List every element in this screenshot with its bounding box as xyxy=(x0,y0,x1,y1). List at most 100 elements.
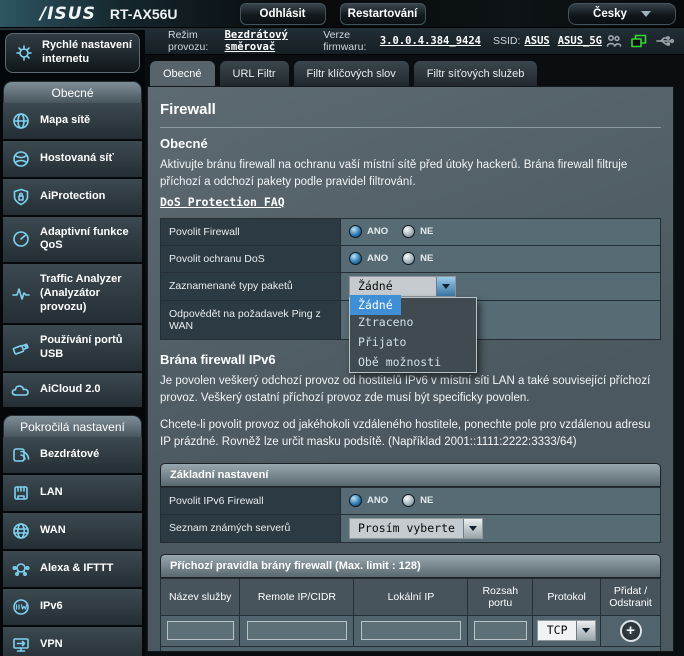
vpn-icon xyxy=(10,636,32,654)
firewall-yes-radio[interactable] xyxy=(349,225,362,238)
operation-mode-link[interactable]: Bezdrátový směrovač xyxy=(225,29,312,53)
logged-packet-types-label: Zaznamenané typy paketů xyxy=(161,272,341,300)
radio-no-label: NE xyxy=(420,253,433,264)
radio-yes-label: ANO xyxy=(367,253,388,264)
port-range-input[interactable] xyxy=(474,621,527,640)
sidebar-item-traffic-analyzer[interactable]: Traffic Analyzer (Analyzátor provozu) xyxy=(3,264,142,325)
ssid-24g-link[interactable]: ASUS xyxy=(524,35,549,47)
sidebar-group-general-title: Obecné xyxy=(3,81,142,103)
chevron-down-icon xyxy=(641,11,651,17)
ipv6-yes-radio[interactable] xyxy=(349,494,362,507)
general-description: Aktivujte bránu firewall na ochranu vaší… xyxy=(160,157,661,192)
table-row: Povolit IPv6 Firewall ANO NE xyxy=(161,487,661,514)
select-arrow-icon xyxy=(463,519,482,538)
quick-internet-setup-button[interactable]: Rychlé nastavení internetu xyxy=(5,33,140,73)
ipv6-paragraph-1: Je povolen veškerý odchozí provoz od hos… xyxy=(160,373,661,408)
shield-icon xyxy=(10,188,32,206)
logged-packet-type-select[interactable]: Žádné xyxy=(349,276,456,297)
sidebar-item-lan[interactable]: LAN xyxy=(3,475,142,513)
inbound-rules-header: Příchozí pravidla brány firewall (Max. l… xyxy=(160,554,661,578)
sidebar-item-usb-application[interactable]: Používání portů USB xyxy=(3,325,142,373)
sidebar: Rychlé nastavení internetu Obecné Mapa s… xyxy=(0,30,145,656)
option-accepted[interactable]: Přijato xyxy=(350,332,476,352)
dos-faq-link[interactable]: DoS Protection FAQ xyxy=(160,195,285,209)
tab-url-filter[interactable]: URL Filtr xyxy=(219,60,290,86)
option-both[interactable]: Obě možnosti xyxy=(350,352,476,372)
sidebar-item-wireless[interactable]: Bezdrátové xyxy=(3,437,142,475)
logout-button[interactable]: Odhlásit xyxy=(240,3,326,25)
ipv6-no-radio[interactable] xyxy=(402,494,415,507)
status-icons xyxy=(606,34,674,48)
famous-servers-select[interactable]: Prosím vyberte xyxy=(349,518,483,539)
empty-table-message: Žádná data v tabulce xyxy=(161,646,661,652)
sidebar-item-label: Alexa & IFTTT xyxy=(40,562,113,576)
globe-icon xyxy=(10,522,32,540)
table-row: Povolit Firewall ANO NE xyxy=(161,218,661,245)
sidebar-item-qos[interactable]: Adaptivní funkce QoS xyxy=(3,217,142,265)
quick-setup-label: Rychlé nastavení internetu xyxy=(42,39,132,67)
top-bar: /ISUS RT-AX56U Odhlásit Restartování Čes… xyxy=(0,0,684,28)
tab-keyword-filter[interactable]: Filtr klíčových slov xyxy=(293,60,410,86)
sidebar-item-label: AiCloud 2.0 xyxy=(40,383,101,397)
local-ip-input[interactable] xyxy=(361,621,461,640)
firewall-no-radio[interactable] xyxy=(402,225,415,238)
add-rule-button[interactable]: + xyxy=(620,620,642,642)
logged-packet-type-options: Žádné Ztraceno Přijato Obě možnosti xyxy=(349,297,477,373)
clients-icon[interactable] xyxy=(606,34,622,48)
select-arrow-icon xyxy=(436,277,455,296)
usb-status-icon[interactable] xyxy=(656,35,674,47)
service-name-input[interactable] xyxy=(167,621,234,640)
cloud-icon xyxy=(10,382,32,398)
dos-no-radio[interactable] xyxy=(402,252,415,265)
reboot-button[interactable]: Restartování xyxy=(340,3,426,25)
col-service-name: Název služby xyxy=(161,578,240,615)
sidebar-item-label: LAN xyxy=(40,486,63,500)
selected-value: TCP xyxy=(538,621,576,640)
router-model: RT-AX56U xyxy=(110,6,178,22)
speedometer-icon xyxy=(10,230,32,248)
firmware-label: Verze firmwaru: xyxy=(323,29,376,53)
table-row: Zaznamenané typy paketů Žádné Žádné Ztra… xyxy=(161,272,661,300)
dos-yes-radio[interactable] xyxy=(349,252,362,265)
col-local-ip: Lokální IP xyxy=(354,578,468,615)
option-dropped[interactable]: Ztraceno xyxy=(350,312,476,332)
basic-config-header: Základní nastavení xyxy=(160,463,661,487)
tab-general[interactable]: Obecné xyxy=(149,60,216,86)
radio-yes-label: ANO xyxy=(367,226,388,237)
sidebar-item-vpn[interactable]: VPN xyxy=(3,627,142,656)
waveform-icon xyxy=(10,285,32,303)
sidebar-item-alexa-ifttt[interactable]: Alexa & IFTTT xyxy=(3,551,142,589)
sidebar-group-advanced-title: Pokročilá nastavení xyxy=(3,415,142,437)
alexa-icon xyxy=(10,560,32,578)
ipv6-paragraph-2: Chcete-li povolit provoz od jakéhokoli v… xyxy=(160,417,661,452)
language-dropdown[interactable]: Česky xyxy=(568,3,676,25)
network-status-icon[interactable] xyxy=(631,34,647,48)
sidebar-item-guest-network[interactable]: Hostovaná síť xyxy=(3,141,142,179)
empty-state-row: Žádná data v tabulce xyxy=(161,646,661,652)
sidebar-item-ipv6[interactable]: IPv6 xyxy=(3,589,142,627)
ipv6-icon xyxy=(10,598,32,616)
sidebar-item-wan[interactable]: WAN xyxy=(3,513,142,551)
language-label: Česky xyxy=(593,8,627,20)
sidebar-item-network-map[interactable]: Mapa sítě xyxy=(3,103,142,141)
usb-drive-icon xyxy=(10,339,32,357)
sidebar-item-label: AiProtection xyxy=(40,190,105,204)
sidebar-group-general: Obecné Mapa sítě Hostovaná síť AiProtect… xyxy=(3,81,142,409)
col-add-delete: Přidat / Odstranit xyxy=(601,578,661,615)
sidebar-item-label: Traffic Analyzer (Analyzátor provozu) xyxy=(40,273,138,314)
protocol-select[interactable]: TCP xyxy=(537,620,596,641)
option-none[interactable]: Žádné xyxy=(350,295,401,315)
enable-dos-label: Povolit ochranu DoS xyxy=(161,245,341,272)
enable-ipv6-firewall-label: Povolit IPv6 Firewall xyxy=(161,487,341,514)
sidebar-item-aiprotection[interactable]: AiProtection xyxy=(3,179,142,217)
main-area: Obecné URL Filtr Filtr klíčových slov Fi… xyxy=(145,55,684,656)
remote-ip-input[interactable] xyxy=(247,621,347,640)
firmware-version-link[interactable]: 3.0.0.4.384_9424 xyxy=(380,35,481,47)
ssid-5g-link[interactable]: ASUS_5G xyxy=(558,35,602,47)
selected-value: Žádné xyxy=(350,277,436,296)
col-remote-ip: Remote IP/CIDR xyxy=(240,578,354,615)
sidebar-item-aicloud[interactable]: AiCloud 2.0 xyxy=(3,373,142,409)
ssid-label: SSID: xyxy=(493,35,520,47)
title-divider xyxy=(160,127,661,128)
tab-network-services-filter[interactable]: Filtr síťových služeb xyxy=(413,60,539,86)
